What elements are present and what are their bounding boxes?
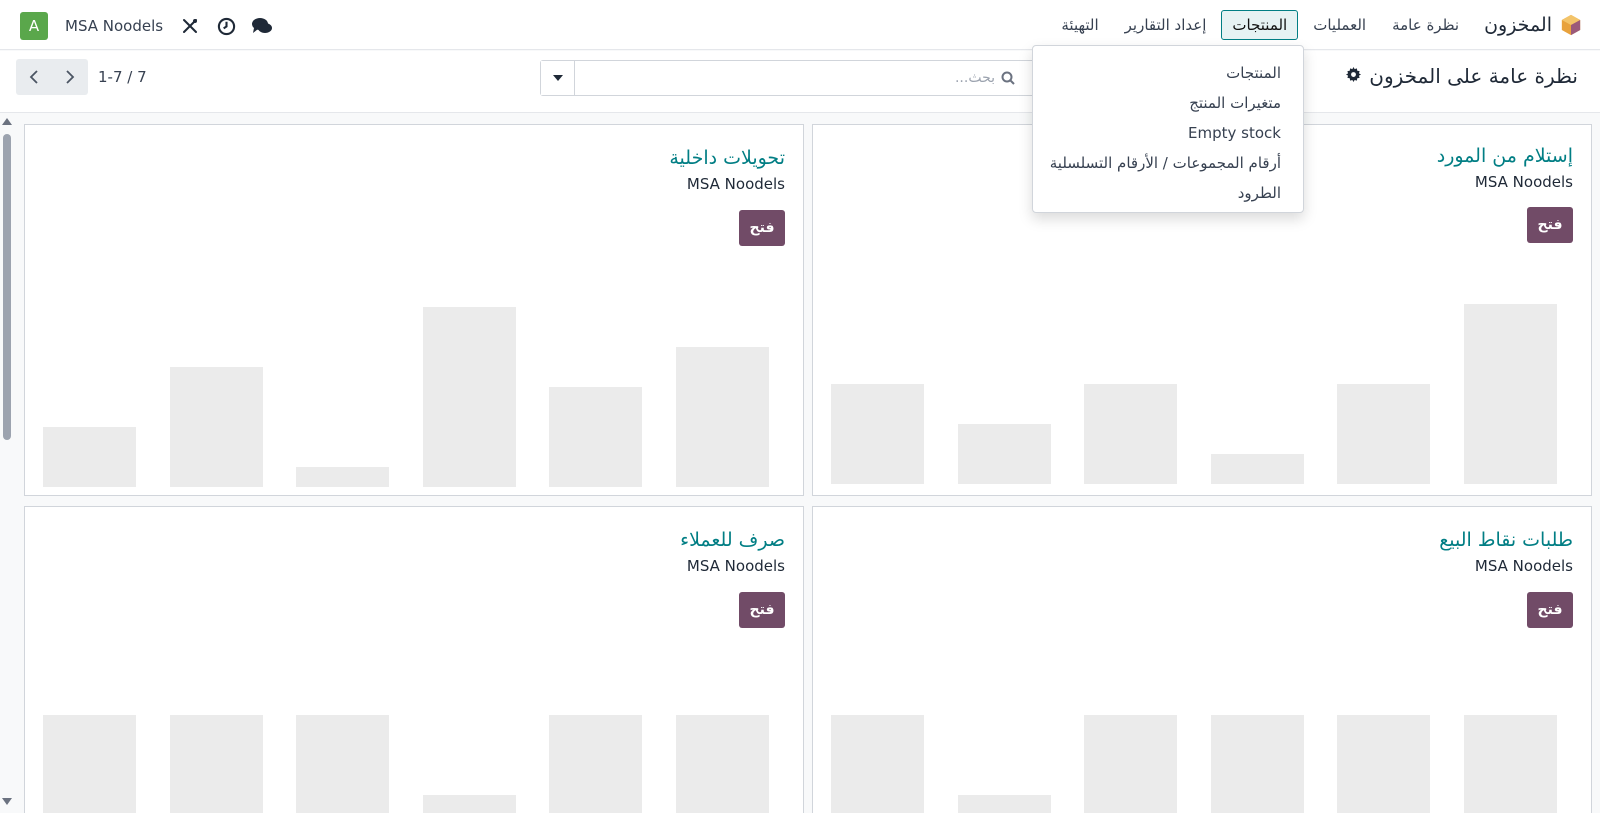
scroll-thumb[interactable] xyxy=(3,134,11,440)
chart-bar xyxy=(831,715,924,813)
chart-bar xyxy=(831,384,924,484)
search-icon xyxy=(1001,70,1015,89)
chart-bar xyxy=(957,795,1051,813)
chart-bar xyxy=(957,424,1051,484)
gear-icon[interactable] xyxy=(1346,66,1362,86)
card-title[interactable]: صرف للعملاء xyxy=(680,529,785,551)
open-button[interactable]: فتح xyxy=(1527,592,1573,628)
chevron-right-icon xyxy=(66,70,75,84)
chat-icon[interactable] xyxy=(251,15,273,37)
products-dropdown-menu: المنتجات متغيرات المنتج Empty stock أرقا… xyxy=(1032,45,1304,213)
chart-bar xyxy=(169,715,263,813)
chart-bar xyxy=(676,347,769,487)
card-title[interactable]: طلبات نقاط البيع xyxy=(1439,529,1573,551)
card-bar-chart xyxy=(43,307,785,487)
chart-bar xyxy=(43,427,136,487)
open-button[interactable]: فتح xyxy=(1527,207,1573,243)
dropdown-item-product-variants[interactable]: متغيرات المنتج xyxy=(1033,88,1303,118)
page-title: نظرة عامة على المخزون xyxy=(1369,64,1578,88)
card-company: MSA Noodels xyxy=(686,175,785,193)
company-switcher[interactable]: MSA Noodels xyxy=(65,17,163,35)
pager: 1-7 / 7 xyxy=(16,59,147,95)
chart-bar xyxy=(1084,384,1178,484)
search-input[interactable] xyxy=(575,61,995,95)
chart-bar xyxy=(422,795,516,813)
operation-card: تحويلات داخلية MSA Noodels فتح xyxy=(24,124,804,496)
pager-previous-button[interactable] xyxy=(16,59,52,95)
card-title[interactable]: إستلام من المورد xyxy=(1437,145,1573,167)
breadcrumb: نظرة عامة على المخزون xyxy=(1346,64,1578,88)
card-bar-chart xyxy=(831,304,1573,484)
chart-bar xyxy=(1210,454,1304,484)
chart-bar xyxy=(296,467,390,487)
search-options-toggle[interactable] xyxy=(541,61,575,95)
chart-bar xyxy=(676,715,769,813)
tools-icon[interactable] xyxy=(179,15,201,37)
card-company: MSA Noodels xyxy=(686,557,785,575)
card-company: MSA Noodels xyxy=(1474,557,1573,575)
card-bar-chart xyxy=(831,655,1573,813)
chart-bar xyxy=(43,715,136,813)
dropdown-item-lots-serials[interactable]: أرقام المجموعات / الأرقام التسلسلية xyxy=(1033,148,1303,178)
card-title[interactable]: تحويلات داخلية xyxy=(669,147,785,169)
operation-card: صرف للعملاء MSA Noodels فتح xyxy=(24,506,804,813)
menu-products[interactable]: المنتجات xyxy=(1221,10,1299,40)
scroll-up-arrow[interactable] xyxy=(2,118,12,125)
app-name[interactable]: المخزون xyxy=(1484,14,1552,36)
menu-overview[interactable]: نظرة عامة xyxy=(1381,10,1470,40)
menu-operations[interactable]: العمليات xyxy=(1302,10,1377,40)
chart-bar xyxy=(1464,715,1557,813)
chart-bar xyxy=(549,387,643,487)
menu-reporting[interactable]: إعداد التقارير xyxy=(1114,10,1218,40)
operation-card: طلبات نقاط البيع MSA Noodels فتح xyxy=(812,506,1592,813)
kanban-content: إستلام من المورد MSA Noodels فتح تحويلات… xyxy=(0,114,1600,813)
chart-bar xyxy=(549,715,643,813)
scrollbar[interactable] xyxy=(0,114,14,813)
chart-bar xyxy=(169,367,263,487)
card-company: MSA Noodels xyxy=(1474,173,1573,191)
card-bar-chart xyxy=(43,655,785,813)
main-menu: المخزون نظرة عامة العمليات المنتجات إعدا… xyxy=(1046,0,1600,50)
top-navbar: المخزون نظرة عامة العمليات المنتجات إعدا… xyxy=(0,0,1600,50)
open-button[interactable]: فتح xyxy=(739,592,785,628)
open-button[interactable]: فتح xyxy=(739,210,785,246)
dropdown-item-packages[interactable]: الطرود xyxy=(1033,178,1303,208)
systray: A MSA Noodels xyxy=(20,12,273,40)
clock-icon[interactable] xyxy=(215,15,237,37)
pager-value[interactable]: 1-7 / 7 xyxy=(98,68,147,86)
pager-next-button[interactable] xyxy=(52,59,88,95)
dropdown-item-products[interactable]: المنتجات xyxy=(1033,58,1303,88)
scroll-down-arrow[interactable] xyxy=(2,798,12,805)
chart-bar xyxy=(1464,304,1557,484)
control-panel: نظرة عامة على المخزون 1-7 / 7 xyxy=(0,51,1600,113)
chart-bar xyxy=(1210,715,1304,813)
chart-bar xyxy=(1084,715,1178,813)
user-avatar[interactable]: A xyxy=(20,12,48,40)
inventory-app-icon[interactable] xyxy=(1560,14,1582,36)
chevron-left-icon xyxy=(29,70,38,84)
menu-configuration[interactable]: التهيئة xyxy=(1050,10,1109,40)
chart-bar xyxy=(1337,715,1431,813)
search-bar xyxy=(540,60,1040,96)
chart-bar xyxy=(296,715,390,813)
chart-bar xyxy=(1337,384,1431,484)
chart-bar xyxy=(422,307,516,487)
dropdown-item-empty-stock[interactable]: Empty stock xyxy=(1033,118,1303,148)
